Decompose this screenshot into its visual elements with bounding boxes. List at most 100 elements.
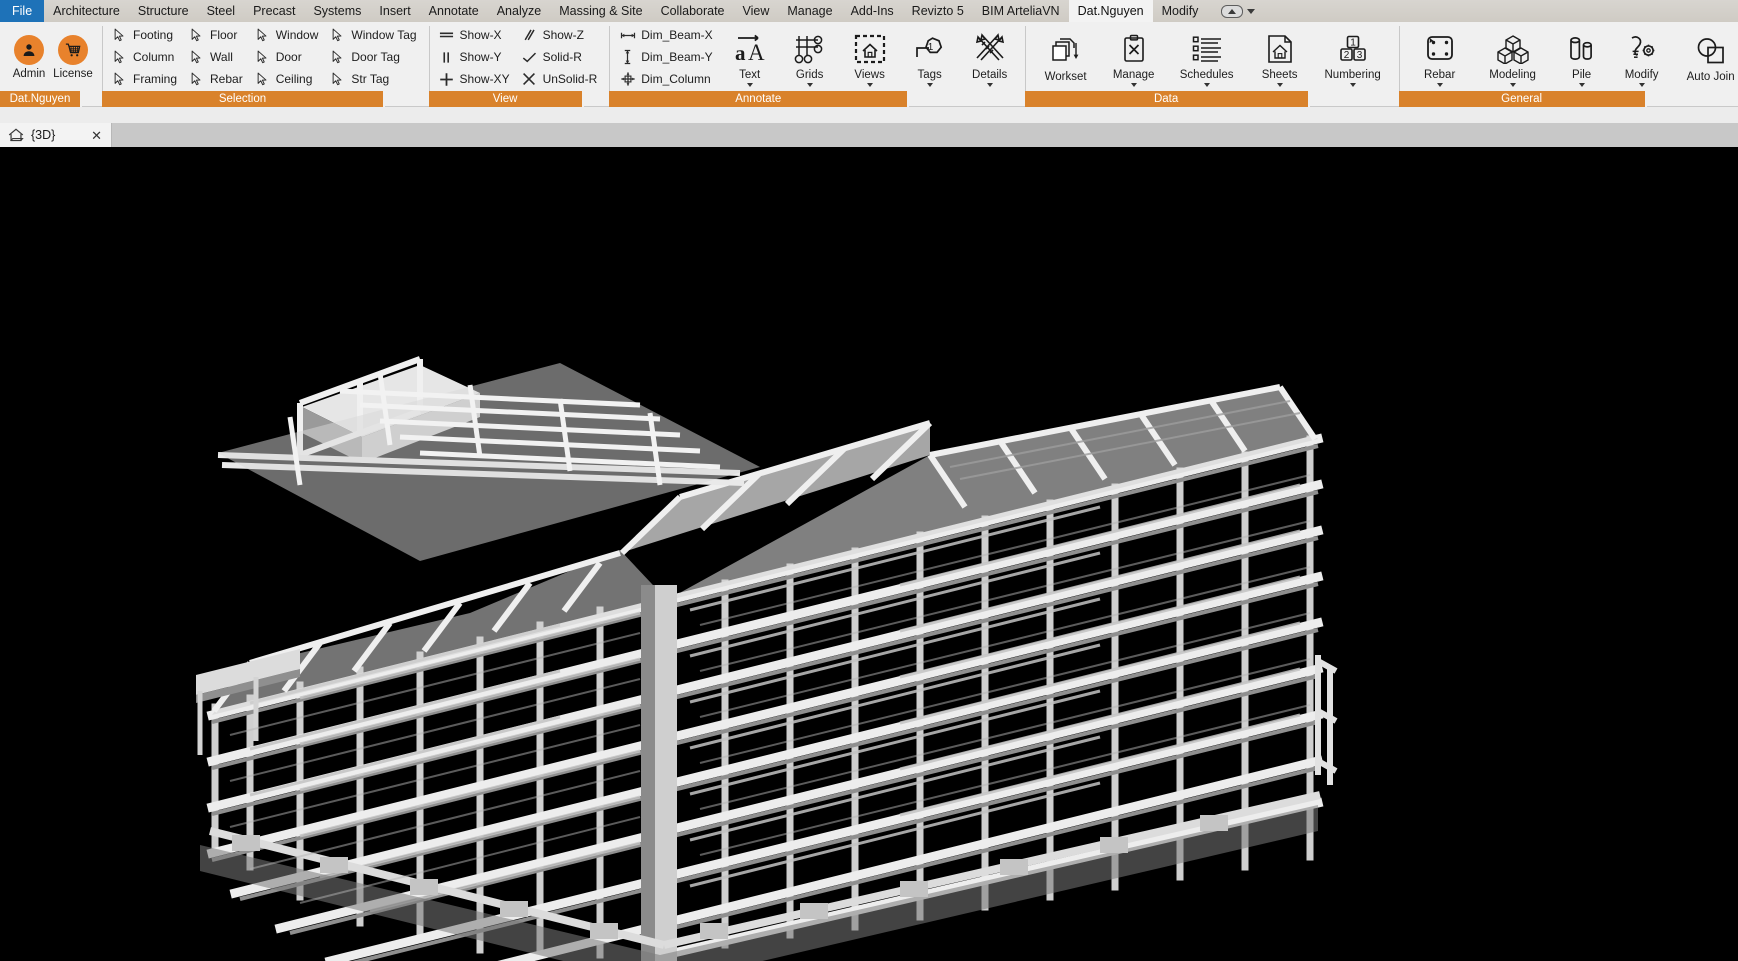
- sheets-button[interactable]: Sheets: [1246, 28, 1314, 87]
- tab-architecture[interactable]: Architecture: [44, 0, 129, 22]
- selection-item-rebar[interactable]: Rebar: [184, 68, 250, 90]
- auto-join-button-label: Auto Join: [1686, 71, 1735, 83]
- tab-annotate[interactable]: Annotate: [420, 0, 488, 22]
- pick-cursor-icon: [111, 27, 128, 44]
- chevron-down-icon[interactable]: [986, 82, 993, 87]
- tab-analyze[interactable]: Analyze: [488, 0, 550, 22]
- views-button[interactable]: Views: [840, 28, 900, 87]
- chevron-down-icon[interactable]: [1130, 82, 1137, 87]
- tab-precast[interactable]: Precast: [244, 0, 304, 22]
- chevron-down-icon[interactable]: [1276, 82, 1283, 87]
- pile-button[interactable]: Pile: [1552, 28, 1612, 87]
- tab-view[interactable]: View: [734, 0, 779, 22]
- diagonal-lines-icon: [521, 27, 538, 44]
- admin-button[interactable]: Admin: [8, 34, 50, 80]
- schedules-button[interactable]: Schedules: [1168, 28, 1246, 87]
- tab-label: Revizto 5: [911, 4, 964, 18]
- chevron-down-icon[interactable]: [806, 82, 813, 87]
- model-viewport-3d[interactable]: [0, 155, 1738, 961]
- selection-item-window-tag[interactable]: Window Tag: [325, 24, 423, 46]
- selection-item-floor[interactable]: Floor: [184, 24, 250, 46]
- selection-item-ceiling[interactable]: Ceiling: [250, 68, 326, 90]
- selection-item-column[interactable]: Column: [107, 46, 184, 68]
- modify-button[interactable]: Modify: [1612, 28, 1672, 87]
- selection-item-wall[interactable]: Wall: [184, 46, 250, 68]
- selection-item-door[interactable]: Door: [250, 46, 326, 68]
- selection-item-window[interactable]: Window: [250, 24, 326, 46]
- tab-file[interactable]: File: [0, 0, 45, 22]
- ribbon-panel-general: Rebar Modeling Pile Modify Auto Join Gen…: [1398, 22, 1738, 107]
- auto-join-button[interactable]: Auto Join: [1672, 30, 1738, 84]
- tab-structure[interactable]: Structure: [129, 0, 198, 22]
- tab-modify[interactable]: Modify: [1153, 0, 1208, 22]
- details-button[interactable]: Details: [960, 28, 1020, 87]
- view-item-show-z[interactable]: Show-Z: [517, 24, 605, 46]
- view-item-unsolid-r[interactable]: UnSolid-R: [517, 68, 605, 90]
- modeling-button[interactable]: Modeling: [1474, 28, 1552, 87]
- chevron-down-icon[interactable]: [1578, 82, 1585, 87]
- view-item-show-y[interactable]: Show-Y: [434, 46, 517, 68]
- schedules-button-label: Schedules: [1179, 68, 1234, 81]
- selection-item-str-tag[interactable]: Str Tag: [325, 68, 423, 90]
- check-icon: [521, 49, 538, 66]
- view-item-show-xy[interactable]: Show-XY: [434, 68, 517, 90]
- annotate-item-dim-beam-y[interactable]: Dim_Beam-Y: [615, 46, 719, 68]
- text-aa-icon: aA: [733, 29, 767, 69]
- chevron-down-icon[interactable]: [1203, 82, 1210, 87]
- chevron-down-icon[interactable]: [926, 82, 933, 87]
- tab-collaborate[interactable]: Collaborate: [652, 0, 734, 22]
- chevron-down-icon[interactable]: [1349, 82, 1356, 87]
- tab-manage[interactable]: Manage: [778, 0, 841, 22]
- panel-title-selection: Selection: [102, 91, 385, 107]
- workset-button[interactable]: Workset: [1032, 30, 1100, 84]
- view-item-label: Show-XY: [459, 72, 510, 86]
- ribbon-collapse-icon[interactable]: [1221, 4, 1244, 18]
- numbering-button-label: Numbering: [1324, 68, 1381, 81]
- grids-button[interactable]: Grids: [780, 28, 840, 87]
- tab-add-ins[interactable]: Add-Ins: [842, 0, 903, 22]
- tab-label: Architecture: [53, 4, 120, 18]
- annotate-item-dim-column[interactable]: Dim_Column: [615, 68, 719, 90]
- horizontal-lines-icon: [438, 27, 455, 44]
- tab-file-label: File: [12, 4, 33, 18]
- ribbon-panel-annotate: Dim_Beam-X Dim_Beam-Y Dim_Column aA Text…: [609, 22, 1024, 107]
- selection-item-footing[interactable]: Footing: [107, 24, 184, 46]
- selection-item-framing[interactable]: Framing: [107, 68, 184, 90]
- annotate-item-label: Dim_Column: [641, 72, 711, 86]
- ribbon-panel-data: Workset Manage Schedules Sheets 1 2 3 Nu…: [1024, 22, 1399, 107]
- view-item-show-x[interactable]: Show-X: [434, 24, 517, 46]
- chevron-down-icon[interactable]: [746, 82, 753, 87]
- tags-button-label: Tags: [917, 68, 942, 81]
- chevron-down-icon[interactable]: [1247, 8, 1256, 14]
- tab-dat-nguyen[interactable]: Dat.Nguyen: [1068, 0, 1153, 22]
- selection-item-door-tag[interactable]: Door Tag: [325, 46, 423, 68]
- license-button[interactable]: License: [52, 34, 94, 80]
- chevron-down-icon[interactable]: [1509, 82, 1516, 87]
- tab-massing-site[interactable]: Massing & Site: [550, 0, 651, 22]
- rebar-button-label: Rebar: [1423, 68, 1456, 81]
- tab-systems[interactable]: Systems: [304, 0, 370, 22]
- tab-bim-arteliavn[interactable]: BIM ArteliaVN: [973, 0, 1069, 22]
- view-tab-3d[interactable]: {3D} ✕: [0, 123, 112, 147]
- rebar-button[interactable]: Rebar: [1406, 28, 1474, 87]
- annotate-item-dim-beam-x[interactable]: Dim_Beam-X: [615, 24, 719, 46]
- panel-title-data: Data: [1024, 91, 1310, 107]
- chevron-down-icon[interactable]: [1436, 82, 1443, 87]
- rebar-section-icon: [1424, 29, 1456, 69]
- dim-horizontal-icon: [619, 27, 636, 44]
- pick-cursor-icon: [329, 49, 346, 66]
- tab-steel[interactable]: Steel: [198, 0, 245, 22]
- close-icon[interactable]: ✕: [88, 129, 105, 142]
- chevron-down-icon[interactable]: [866, 82, 873, 87]
- tags-button[interactable]: 1 Tags: [900, 28, 960, 87]
- chevron-down-icon[interactable]: [1638, 82, 1645, 87]
- pencils-icon: [973, 29, 1007, 69]
- text-button[interactable]: aA Text: [720, 28, 780, 87]
- view-item-solid-r[interactable]: Solid-R: [517, 46, 605, 68]
- ribbon-collapse-control[interactable]: [1213, 0, 1263, 22]
- tab-insert[interactable]: Insert: [370, 0, 419, 22]
- numbering-button[interactable]: 123 Numbering: [1314, 28, 1392, 87]
- manage-button[interactable]: Manage: [1100, 28, 1168, 87]
- selection-item-label: Window Tag: [351, 28, 417, 42]
- tab-revizto-5[interactable]: Revizto 5: [903, 0, 973, 22]
